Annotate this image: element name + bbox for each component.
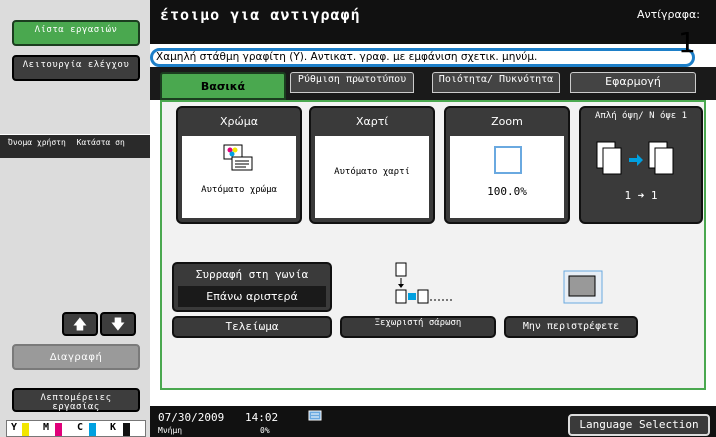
paper-button[interactable]: Χαρτί Αυτόματο χαρτί — [309, 106, 435, 224]
toner-k-label: K — [110, 422, 117, 433]
color-title: Χρώμα — [220, 115, 258, 128]
footer-bar: 07/30/2009 14:02 Μνήμη 0% Language Selec… — [150, 406, 716, 437]
header-bar: έτοιμο για αντιγραφή Αντίγραφα: — [150, 0, 716, 44]
copies-label: Αντίγραφα: — [637, 8, 700, 21]
no-rotate-button[interactable]: Μην περιστρέφετε — [504, 316, 638, 338]
arrow-up-icon: 🡅 — [72, 317, 88, 333]
zoom-square-icon — [494, 146, 522, 174]
toner-levels: Y M C K — [6, 420, 146, 437]
left-panel: Λίστα εργασιών Λειτουργία ελέγχου Όνομα … — [0, 0, 150, 437]
job-list-button[interactable]: Λίστα εργασιών — [12, 20, 140, 46]
language-selection-button[interactable]: Language Selection — [568, 414, 710, 436]
scroll-down-button[interactable]: 🡇 — [100, 312, 136, 336]
utility-button[interactable]: Λειτουργία ελέγχου — [12, 55, 140, 81]
paper-output-icon — [563, 270, 603, 304]
user-name-column: Όνομα χρήστη — [8, 138, 66, 147]
network-icon — [308, 410, 322, 421]
paper-value: Αυτόματο χαρτί — [334, 167, 410, 177]
staple-position-value: Επάνω αριστερά — [178, 286, 326, 307]
toner-y-label: Y — [11, 422, 18, 433]
toner-y-bar — [22, 423, 29, 436]
toner-m-label: M — [43, 422, 50, 433]
time-text: 14:02 — [245, 411, 279, 424]
memory-label: Μνήμη — [158, 426, 183, 435]
color-value: Αυτόματο χρώμα — [201, 185, 277, 195]
zoom-value: 100.0% — [487, 185, 527, 198]
duplex-body: 1 ➜ 1 — [585, 136, 697, 218]
duplex-title: Απλή όψη/ Ν όψε 1 — [594, 111, 688, 121]
scroll-up-button[interactable]: 🡅 — [62, 312, 98, 336]
separate-scan-button[interactable]: Ξεχωριστή σάρωση — [340, 316, 496, 338]
color-button[interactable]: Χρώμα Αυτόματο χρώμα — [176, 106, 302, 224]
job-list-header: Όνομα χρήστη Κατάστα ση — [0, 134, 150, 158]
tab-quality-density[interactable]: Ποιότητα/ Πυκνότητα — [432, 72, 560, 93]
duplex-pages-icon — [596, 141, 674, 175]
staple-pages-icon — [395, 262, 452, 304]
tab-basic[interactable]: Βασικά — [160, 72, 286, 100]
tab-application[interactable]: Εφαρμογή — [570, 72, 696, 93]
zoom-body: 100.0% — [450, 136, 564, 218]
status-column: Κατάστα ση — [76, 138, 125, 147]
delete-button[interactable]: Διαγραφή — [12, 344, 140, 370]
paper-title: Χαρτί — [355, 115, 389, 128]
color-body: Αυτόματο χρώμα — [182, 136, 296, 218]
paper-body: Αυτόματο χαρτί — [315, 136, 429, 218]
status-title: έτοιμο για αντιγραφή — [160, 6, 361, 24]
toner-warning-message: Χαμηλή στάθμη γραφίτη (Y). Αντικατ. γραφ… — [150, 48, 695, 67]
zoom-button[interactable]: Zoom 100.0% — [444, 106, 570, 224]
date-text: 07/30/2009 — [158, 411, 225, 424]
memory-value: 0% — [260, 426, 270, 435]
toner-c-label: C — [77, 422, 84, 433]
tab-original-settings[interactable]: Ρύθμιση πρωτοτύπου — [290, 72, 414, 93]
duplex-button[interactable]: Απλή όψη/ Ν όψε 1 1 ➜ 1 — [579, 106, 703, 224]
toner-k-bar — [123, 423, 130, 436]
zoom-title: Zoom — [491, 115, 523, 128]
duplex-value: 1 ➜ 1 — [624, 189, 658, 202]
staple-label: Συρραφή στη γωνία — [195, 268, 309, 281]
callout-number: 1 — [678, 26, 696, 59]
toner-m-bar — [55, 423, 62, 436]
arrow-down-icon: 🡇 — [110, 317, 126, 333]
toner-c-bar — [89, 423, 96, 436]
color-doc-icon — [223, 144, 253, 171]
job-details-button[interactable]: Λεπτομέρειες εργασίας — [12, 388, 140, 412]
finishing-button[interactable]: Τελείωμα — [172, 316, 332, 338]
copy-screen: Λίστα εργασιών Λειτουργία ελέγχου Όνομα … — [0, 0, 716, 437]
tab-bar: Βασικά Ρύθμιση πρωτοτύπου Ποιότητα/ Πυκν… — [150, 67, 716, 100]
